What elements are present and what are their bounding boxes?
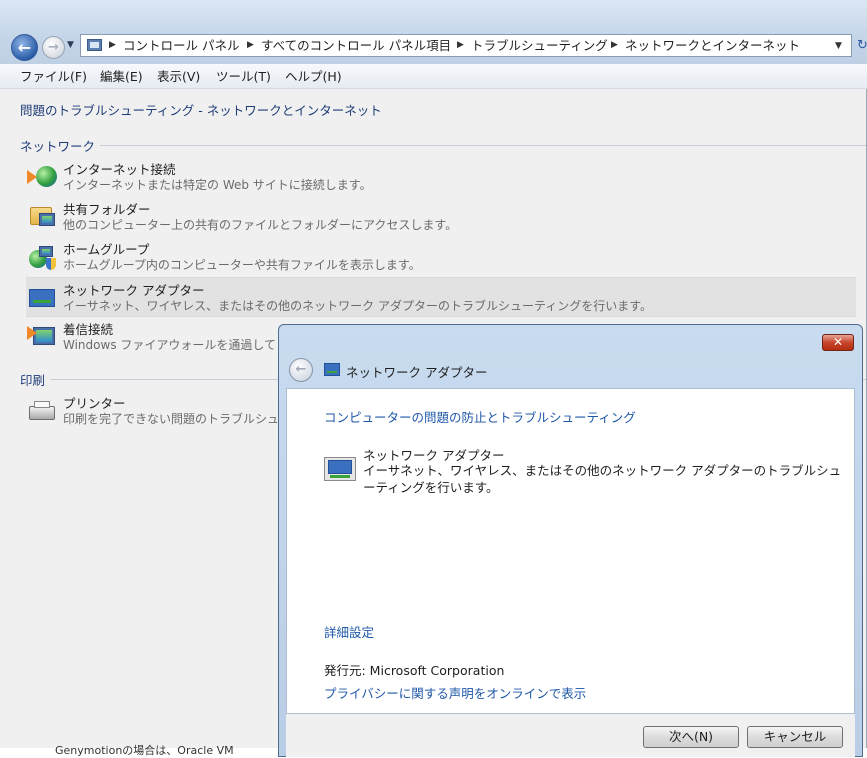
refresh-icon[interactable]: ↻ <box>857 38 867 53</box>
troubleshooter-shared-folders[interactable]: 共有フォルダー 他のコンピューター上の共有のファイルとフォルダーにアクセスします… <box>26 197 856 237</box>
menu-help[interactable]: ヘルプ(H) <box>285 69 342 84</box>
printer-icon <box>27 398 57 424</box>
address-dropdown-icon[interactable]: ▼ <box>835 41 842 51</box>
menu-file[interactable]: ファイル(F) <box>20 69 87 84</box>
background-document-text: Genymotionの場合は、Oracle VM <box>55 744 234 757</box>
troubleshooter-description: イーサネット、ワイヤレス、またはその他のネットワーク アダプターのトラブルシュー… <box>363 463 842 495</box>
address-bar[interactable]: ▶ コントロール パネル ▶ すべてのコントロール パネル項目 ▶ トラブルシュ… <box>80 34 852 57</box>
homegroup-icon <box>27 244 57 270</box>
network-adapter-dialog: ✕ ← ネットワーク アダプター コンピューターの問題の防止とトラブルシューティ… <box>278 324 863 757</box>
breadcrumb-troubleshooting[interactable]: トラブルシューティング <box>471 38 608 53</box>
dialog-footer: 次へ(N) キャンセル <box>286 714 855 757</box>
menu-bar: ファイル(F) 編集(E) 表示(V) ツール(T) ヘルプ(H) <box>0 64 867 89</box>
dialog-body: コンピューターの問題の防止とトラブルシューティング ネットワーク アダプター イ… <box>286 388 855 714</box>
group-divider <box>100 145 866 146</box>
group-header-printing: 印刷 <box>20 373 46 388</box>
item-description: 印刷を完了できない問題のトラブルシュ <box>63 412 280 426</box>
network-adapter-icon <box>324 363 340 376</box>
internet-connection-icon <box>27 164 57 190</box>
back-button[interactable]: ← <box>11 34 38 61</box>
forward-arrow-icon: → <box>48 40 59 55</box>
advanced-link[interactable]: 詳細設定 <box>324 622 374 641</box>
close-icon: ✕ <box>832 335 844 349</box>
breadcrumb-all-items[interactable]: すべてのコントロール パネル項目 <box>261 38 451 53</box>
control-panel-icon <box>87 39 102 51</box>
item-description: 他のコンピューター上の共有のファイルとフォルダーにアクセスします。 <box>63 218 458 232</box>
incoming-connections-icon <box>27 324 57 350</box>
menu-edit[interactable]: 編集(E) <box>100 69 143 84</box>
dialog-back-button[interactable]: ← <box>289 358 313 382</box>
item-description: ホームグループ内のコンピューターや共有ファイルを表示します。 <box>63 258 421 272</box>
breadcrumb-separator-icon[interactable]: ▶ <box>611 38 618 53</box>
title-bar: ← → ▼ ▶ コントロール パネル ▶ すべてのコントロール パネル項目 ▶ … <box>0 0 867 64</box>
breadcrumb-control-panel[interactable]: コントロール パネル <box>123 38 239 53</box>
cancel-button[interactable]: キャンセル <box>747 726 843 748</box>
item-description: Windows ファイアウォールを通過して <box>63 338 277 352</box>
recent-pages-dropdown-icon[interactable]: ▼ <box>67 40 75 50</box>
forward-button[interactable]: → <box>42 36 65 59</box>
item-description: イーサネット、ワイヤレス、またはその他のネットワーク アダプターのトラブルシュー… <box>63 299 653 313</box>
breadcrumb-separator-icon[interactable]: ▶ <box>247 38 254 53</box>
item-description: インターネットまたは特定の Web サイトに接続します。 <box>63 178 372 192</box>
troubleshooter-network-adapter[interactable]: ネットワーク アダプター イーサネット、ワイヤレス、またはその他のネットワーク … <box>26 277 856 317</box>
dialog-heading: コンピューターの問題の防止とトラブルシューティング <box>324 410 636 425</box>
menu-view[interactable]: 表示(V) <box>157 69 200 84</box>
next-button[interactable]: 次へ(N) <box>643 726 739 748</box>
page-title: 問題のトラブルシューティング - ネットワークとインターネット <box>20 103 382 118</box>
troubleshooter-internet-connections[interactable]: インターネット接続 インターネットまたは特定の Web サイトに接続します。 <box>26 157 856 197</box>
privacy-statement-link[interactable]: プライバシーに関する声明をオンラインで表示 <box>324 683 586 702</box>
back-arrow-icon: ← <box>17 38 32 57</box>
network-adapter-icon <box>27 285 57 311</box>
shared-folder-icon <box>27 204 57 230</box>
group-header-network: ネットワーク <box>20 139 96 154</box>
close-button[interactable]: ✕ <box>822 334 854 351</box>
troubleshooter-homegroup[interactable]: ホームグループ ホームグループ内のコンピューターや共有ファイルを表示します。 <box>26 237 856 277</box>
breadcrumb-separator-icon[interactable]: ▶ <box>457 38 464 53</box>
breadcrumb-separator-icon[interactable]: ▶ <box>109 38 116 53</box>
network-adapter-icon <box>324 457 356 484</box>
background-document: Genymotionの場合は、Oracle VM <box>0 744 278 757</box>
breadcrumb-network-internet[interactable]: ネットワークとインターネット <box>625 38 800 53</box>
publisher-label: 発行元: Microsoft Corporation <box>324 663 505 678</box>
menu-tools[interactable]: ツール(T) <box>216 69 271 84</box>
dialog-title: ネットワーク アダプター <box>346 365 488 380</box>
back-arrow-icon: ← <box>295 362 307 377</box>
